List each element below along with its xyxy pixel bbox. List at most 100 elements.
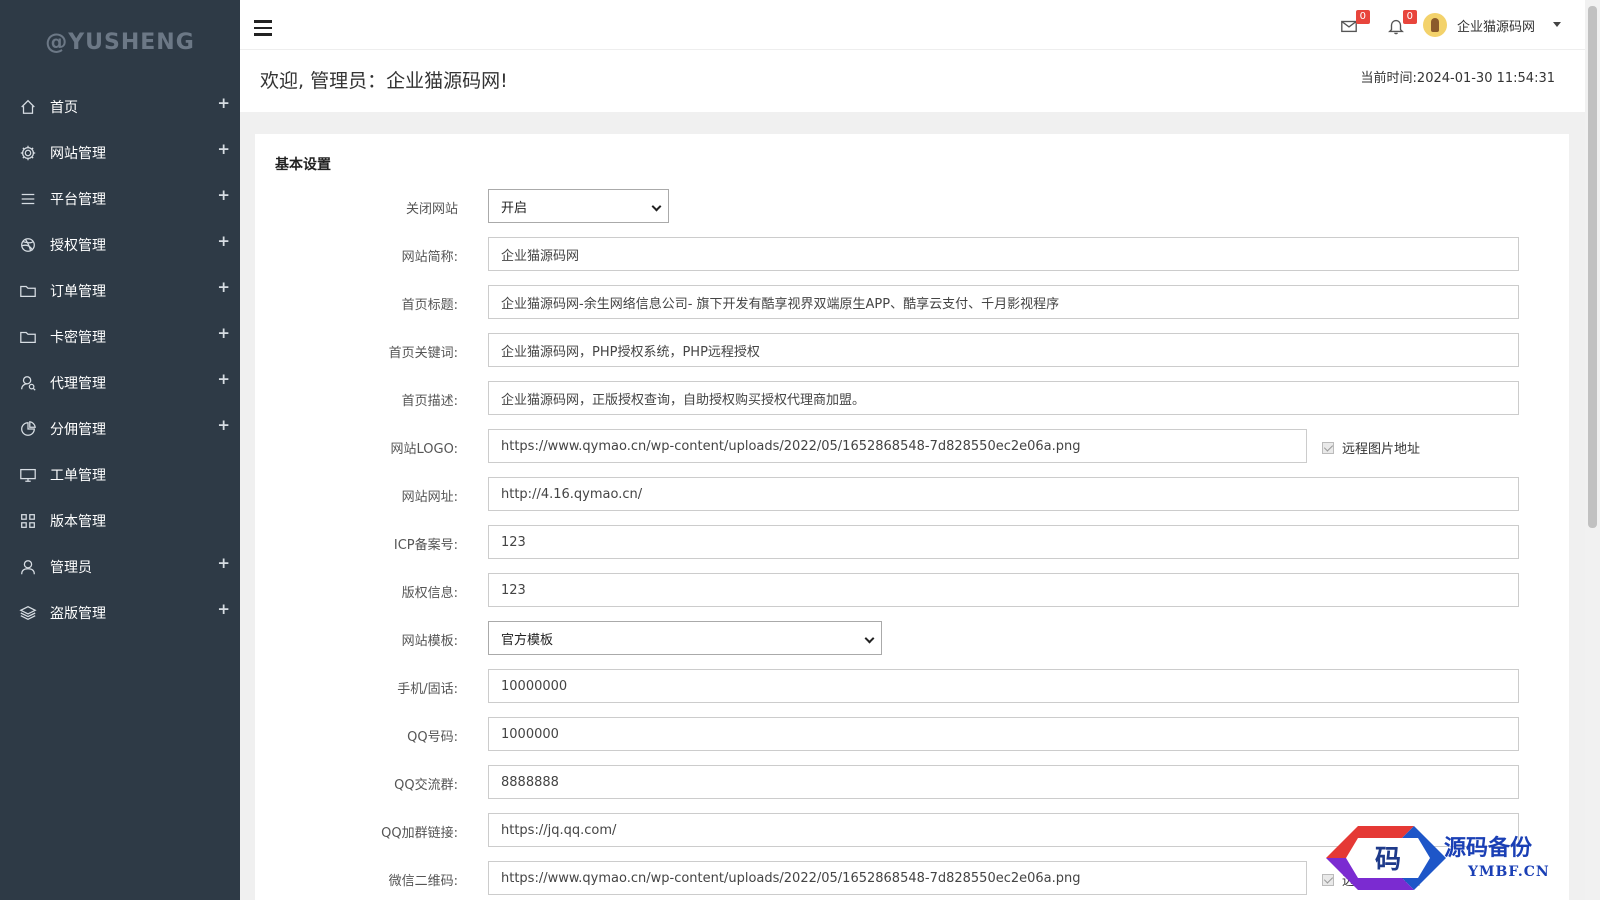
form-row: QQ号码: xyxy=(255,717,1569,751)
watermark-subtext: YMBF.CN xyxy=(1468,864,1550,880)
form-row: 首页关键词: xyxy=(255,333,1569,367)
field-input[interactable] xyxy=(488,573,1519,607)
form-row: 网站网址: xyxy=(255,477,1569,511)
sidebar-item-label: 订单管理 xyxy=(50,284,106,300)
checkbox-icon[interactable] xyxy=(1322,441,1334,454)
sidebar-item-4[interactable]: 订单管理 + xyxy=(0,268,240,314)
field-label: QQ号码: xyxy=(407,730,458,745)
field-label: ICP备案号: xyxy=(393,538,458,553)
form-row: 关闭网站 开启 xyxy=(255,189,1569,223)
pie-icon xyxy=(18,419,38,439)
plus-icon[interactable]: + xyxy=(217,416,230,434)
user-name[interactable]: 企业猫源码网 xyxy=(1457,16,1535,35)
plus-icon[interactable]: + xyxy=(217,278,230,296)
sidebar-item-label: 首页 xyxy=(50,100,78,116)
plus-icon[interactable]: + xyxy=(217,370,230,388)
user-avatar[interactable] xyxy=(1423,13,1447,37)
page-scrollbar[interactable] xyxy=(1585,0,1600,900)
field-label: 手机/固话: xyxy=(397,682,458,697)
welcome-text: 欢迎, 管理员：企业猫源码网! xyxy=(260,70,508,92)
sidebar-item-8[interactable]: 工单管理 xyxy=(0,452,240,498)
plus-icon[interactable]: + xyxy=(217,186,230,204)
field-input[interactable] xyxy=(488,669,1519,703)
user-search-icon xyxy=(18,373,38,393)
sidebar-item-6[interactable]: 代理管理 + xyxy=(0,360,240,406)
field-input[interactable] xyxy=(488,237,1519,271)
folder-icon xyxy=(18,327,38,347)
dribbble-icon xyxy=(18,235,38,255)
field-input[interactable] xyxy=(488,717,1519,751)
sidebar-item-2[interactable]: 平台管理 + xyxy=(0,176,240,222)
sidebar-menu: 首页 + 网站管理 + 平台管理 + 授权管理 + 订单管理 + 卡密管理 + 代理管理 + 分佣管理 + 工单… xyxy=(0,84,240,636)
form-row: 网站LOGO: 远程图片地址 xyxy=(255,429,1569,463)
sidebar-item-label: 卡密管理 xyxy=(50,330,106,346)
sidebar: @YUSHENG 首页 + 网站管理 + 平台管理 + 授权管理 + 订单管理 + 卡密管理 + 代理管… xyxy=(0,0,240,900)
field-label: QQ交流群: xyxy=(394,778,458,793)
field-label: 首页关键词: xyxy=(388,346,458,361)
bell-icon[interactable]: 0 xyxy=(1387,10,1417,37)
gear-icon xyxy=(18,143,38,163)
sidebar-item-label: 网站管理 xyxy=(50,146,106,162)
field-label: 网站简称: xyxy=(401,250,458,265)
sidebar-item-7[interactable]: 分佣管理 + xyxy=(0,406,240,452)
field-input[interactable] xyxy=(488,477,1519,511)
field-input[interactable] xyxy=(488,429,1307,463)
sidebar-item-3[interactable]: 授权管理 + xyxy=(0,222,240,268)
watermark-glyph: 码 xyxy=(1375,845,1401,875)
chevron-down-icon[interactable] xyxy=(1553,22,1561,27)
plus-icon[interactable]: + xyxy=(217,232,230,250)
watermark-logo: 码 源码备份 YMBF.CN xyxy=(1318,818,1580,900)
remote-image-checkbox[interactable]: 远程图片地址 xyxy=(1322,438,1420,457)
field-input[interactable] xyxy=(488,861,1307,895)
sidebar-item-9[interactable]: 版本管理 xyxy=(0,498,240,544)
welcome-bar: 欢迎, 管理员：企业猫源码网! 当前时间:2024-01-30 11:54:31 xyxy=(240,50,1585,112)
scrollbar-thumb[interactable] xyxy=(1588,6,1597,528)
field-label: QQ加群链接: xyxy=(381,826,458,841)
hamburger-menu-icon[interactable] xyxy=(254,20,272,36)
form-row: 首页标题: xyxy=(255,285,1569,319)
form-row: ICP备案号: xyxy=(255,525,1569,559)
sidebar-logo: @YUSHENG xyxy=(45,29,195,55)
sidebar-item-1[interactable]: 网站管理 + xyxy=(0,130,240,176)
sidebar-item-11[interactable]: 盗版管理 + xyxy=(0,590,240,636)
sidebar-item-label: 平台管理 xyxy=(50,192,106,208)
plus-icon[interactable]: + xyxy=(217,554,230,572)
field-select[interactable]: 开启 xyxy=(488,189,669,223)
sidebar-item-10[interactable]: 管理员 + xyxy=(0,544,240,590)
select-value: 官方模板 xyxy=(501,632,554,648)
sidebar-item-label: 工单管理 xyxy=(50,468,106,484)
plus-icon[interactable]: + xyxy=(217,600,230,618)
form-row: 网站模板: 官方模板 xyxy=(255,621,1569,655)
plus-icon[interactable]: + xyxy=(217,140,230,158)
current-time: 当前时间:2024-01-30 11:54:31 xyxy=(1360,71,1555,86)
field-label: 关闭网站 xyxy=(405,202,458,217)
list-icon xyxy=(18,189,38,209)
user-icon xyxy=(18,557,38,577)
mail-icon[interactable]: 0 xyxy=(1340,10,1370,37)
field-label: 首页描述: xyxy=(401,394,458,409)
form-row: 首页描述: xyxy=(255,381,1569,415)
plus-icon[interactable]: + xyxy=(217,324,230,342)
sidebar-item-label: 版本管理 xyxy=(50,514,106,530)
field-input[interactable] xyxy=(488,333,1519,367)
form-row: 网站简称: xyxy=(255,237,1569,271)
watermark-text: 源码备份 xyxy=(1444,835,1533,861)
sidebar-item-label: 盗版管理 xyxy=(50,606,106,622)
field-label: 首页标题: xyxy=(401,298,458,313)
sidebar-item-0[interactable]: 首页 + xyxy=(0,84,240,130)
field-input[interactable] xyxy=(488,381,1519,415)
field-input[interactable] xyxy=(488,525,1519,559)
sidebar-item-5[interactable]: 卡密管理 + xyxy=(0,314,240,360)
field-input[interactable] xyxy=(488,285,1519,319)
chevron-down-icon xyxy=(651,201,662,212)
field-select[interactable]: 官方模板 xyxy=(488,621,882,655)
sidebar-item-label: 管理员 xyxy=(50,560,92,576)
select-value: 开启 xyxy=(501,200,528,216)
field-label: 网站网址: xyxy=(401,490,458,505)
field-input[interactable] xyxy=(488,765,1519,799)
top-header: 0 0 企业猫源码网 xyxy=(240,0,1585,50)
sidebar-item-label: 代理管理 xyxy=(50,376,106,392)
plus-icon[interactable]: + xyxy=(217,94,230,112)
watermark-emblem: 码 xyxy=(1326,826,1446,890)
sidebar-item-label: 授权管理 xyxy=(50,238,106,254)
